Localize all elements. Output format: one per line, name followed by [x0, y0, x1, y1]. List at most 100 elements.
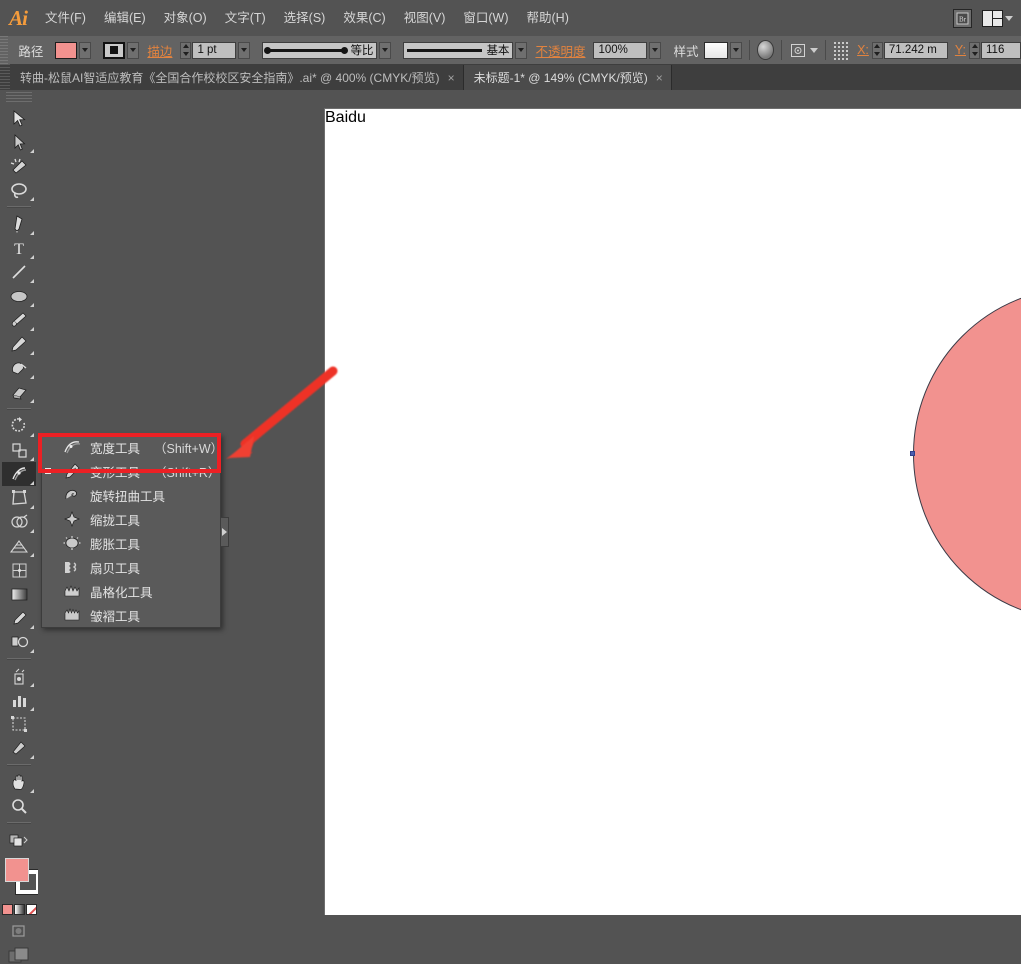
menu-view[interactable]: 视图(V): [395, 0, 455, 36]
menu-help[interactable]: 帮助(H): [518, 0, 578, 36]
stroke-weight-value[interactable]: 1 pt: [192, 41, 237, 59]
control-bar-grip[interactable]: [0, 36, 9, 64]
artboard-tool[interactable]: [2, 712, 36, 736]
fill-dropdown-icon[interactable]: [79, 41, 92, 59]
flyout-width-tool[interactable]: 宽度工具 （Shift+W）: [42, 435, 223, 459]
ellipse-shape[interactable]: [913, 287, 1021, 621]
document-tab-1[interactable]: 转曲-松鼠AI智适应教育《全国合作校校区安全指南》.ai* @ 400% (CM…: [10, 65, 464, 90]
flyout-pucker-tool[interactable]: 缩拢工具: [42, 507, 220, 531]
menu-type[interactable]: 文字(T): [216, 0, 275, 36]
tearoff-handle[interactable]: [220, 517, 229, 547]
anchor-point-left[interactable]: [910, 451, 915, 456]
style-swatch[interactable]: [704, 41, 729, 59]
lasso-tool[interactable]: [2, 178, 36, 202]
flyout-twirl-tool[interactable]: 旋转扭曲工具: [42, 483, 220, 507]
paintbrush-tool[interactable]: [2, 308, 36, 332]
tools-panel-grip[interactable]: [6, 92, 32, 104]
close-icon[interactable]: ×: [448, 72, 455, 84]
brush-definition-dropdown-icon[interactable]: [515, 41, 528, 59]
document-tab-2[interactable]: 未标题-1* @ 149% (CMYK/预览) ×: [463, 65, 672, 90]
color-button[interactable]: [1, 904, 13, 915]
stroke-dropdown-icon[interactable]: [127, 41, 140, 59]
opacity-value[interactable]: 100%: [593, 41, 648, 59]
type-tool[interactable]: T: [2, 236, 36, 260]
pencil-tool[interactable]: [2, 332, 36, 356]
transform-x-stepper[interactable]: [871, 41, 883, 59]
stroke-panel-link[interactable]: 描边: [147, 41, 172, 60]
shape-builder-tool[interactable]: [2, 510, 36, 534]
stroke-weight-group[interactable]: 1 pt: [180, 41, 251, 59]
gradient-button[interactable]: [13, 904, 25, 915]
column-graph-tool[interactable]: [2, 688, 36, 712]
style-dropdown-icon[interactable]: [730, 41, 743, 59]
width-profile-dropdown-icon[interactable]: [379, 41, 392, 59]
warp-tools-flyout-menu[interactable]: 宽度工具 （Shift+W） 变形工具 （Shift+R） 旋转扭曲工具 缩拢工…: [41, 434, 229, 628]
flyout-scallop-tool[interactable]: 扇贝工具: [42, 555, 220, 579]
transform-y-value[interactable]: 116: [981, 41, 1021, 59]
none-button[interactable]: [25, 904, 37, 915]
flyout-wrinkle-tool[interactable]: 皱褶工具: [42, 603, 220, 627]
width-profile-group[interactable]: 等比: [262, 41, 392, 59]
arrange-documents-icon[interactable]: [982, 9, 1013, 27]
tab-strip-grip[interactable]: [0, 64, 10, 90]
opacity-dropdown-icon[interactable]: [649, 41, 662, 59]
blend-tool[interactable]: [2, 630, 36, 654]
drawing-mode-icon[interactable]: [0, 924, 38, 938]
magic-wand-tool[interactable]: [2, 154, 36, 178]
perspective-grid-tool[interactable]: [2, 534, 36, 558]
brush-definition-swatch[interactable]: 基本: [403, 41, 514, 59]
fill-swatch-group[interactable]: [55, 41, 92, 59]
blob-brush-tool[interactable]: [2, 356, 36, 380]
recolor-artwork-icon[interactable]: [757, 40, 775, 60]
pen-tool[interactable]: [2, 212, 36, 236]
close-icon[interactable]: ×: [656, 72, 663, 84]
artboard[interactable]: Bai du 经验 jingyan.baidu.com Baidu 湖南龙网: [325, 109, 1021, 915]
line-segment-tool[interactable]: [2, 260, 36, 284]
menu-object[interactable]: 对象(O): [155, 0, 216, 36]
free-transform-tool[interactable]: [2, 486, 36, 510]
width-tool[interactable]: [2, 462, 36, 486]
eraser-tool[interactable]: [2, 380, 36, 404]
flyout-crystallize-tool[interactable]: 晶格化工具: [42, 579, 220, 603]
flyout-bloat-tool[interactable]: 膨胀工具: [42, 531, 220, 555]
stroke-swatch[interactable]: [103, 41, 126, 59]
align-group[interactable]: [789, 42, 819, 59]
fill-swatch[interactable]: [55, 41, 78, 59]
menu-window[interactable]: 窗口(W): [454, 0, 517, 36]
transform-x-value[interactable]: 71.242 m: [883, 41, 948, 59]
opacity-group[interactable]: 100%: [593, 41, 662, 59]
hand-tool[interactable]: [2, 770, 36, 794]
fill-color-swatch[interactable]: [5, 858, 29, 882]
width-profile-swatch[interactable]: 等比: [262, 41, 378, 59]
menu-select[interactable]: 选择(S): [275, 0, 335, 36]
eyedropper-tool[interactable]: [2, 606, 36, 630]
symbol-sprayer-tool[interactable]: [2, 664, 36, 688]
slice-tool[interactable]: [2, 736, 36, 760]
brush-definition-group[interactable]: 基本: [403, 41, 528, 59]
transform-y-label[interactable]: Y:: [955, 43, 966, 57]
flyout-warp-tool[interactable]: 变形工具 （Shift+R）: [42, 459, 220, 483]
transform-y-stepper[interactable]: [969, 41, 981, 59]
direct-selection-tool[interactable]: [2, 130, 36, 154]
gradient-tool[interactable]: [2, 582, 36, 606]
bridge-icon[interactable]: Br: [953, 8, 972, 28]
screen-mode-icon[interactable]: [0, 947, 38, 964]
menu-effect[interactable]: 效果(C): [334, 0, 394, 36]
transform-grid-icon[interactable]: [833, 40, 850, 60]
menu-file[interactable]: 文件(F): [36, 0, 95, 36]
ellipse-tool[interactable]: [2, 284, 36, 308]
stroke-swatch-group[interactable]: [103, 41, 140, 59]
mesh-tool[interactable]: [2, 558, 36, 582]
selected-shape-group[interactable]: [910, 287, 1021, 621]
scale-tool[interactable]: [2, 438, 36, 462]
rotate-tool[interactable]: [2, 414, 36, 438]
fill-stroke-indicator[interactable]: [0, 856, 41, 902]
zoom-tool[interactable]: [2, 794, 36, 818]
menu-edit[interactable]: 编辑(E): [95, 0, 155, 36]
opacity-panel-link[interactable]: 不透明度: [535, 41, 585, 60]
stroke-weight-stepper[interactable]: [180, 41, 192, 59]
screen-mode-small-icon[interactable]: [2, 828, 36, 852]
stroke-weight-dropdown-icon[interactable]: [238, 41, 251, 59]
transform-x-label[interactable]: X:: [857, 43, 869, 57]
style-group[interactable]: [704, 41, 743, 59]
